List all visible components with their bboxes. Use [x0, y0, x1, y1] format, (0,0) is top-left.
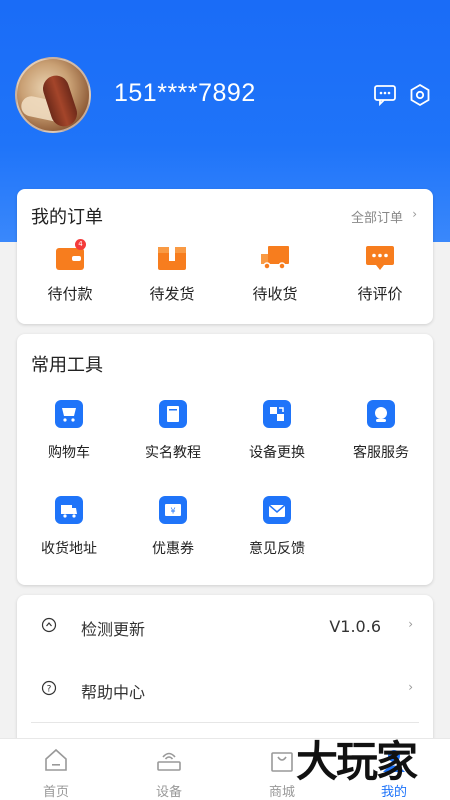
tab-label: 首页	[42, 785, 69, 800]
tool-cart[interactable]: 购物车	[17, 400, 121, 462]
feedback-icon	[263, 496, 291, 524]
help-icon: ?	[41, 680, 57, 696]
tool-label: 设备更换	[249, 445, 305, 461]
tool-customer-service[interactable]: 客服服务	[329, 400, 433, 462]
orders-card: 我的订单 全部订单 › 4 待付款 待发货 待收货 待评价	[17, 189, 433, 324]
tools-card: 常用工具 购物车 实名教程 设备更换 客服服务 收货地址 ¥ 优惠券 意见反馈	[17, 334, 433, 585]
tool-realname-guide[interactable]: 实名教程	[121, 400, 225, 462]
tool-label: 优惠券	[152, 541, 194, 557]
divider	[31, 722, 419, 723]
chevron-right-icon: ›	[408, 617, 413, 631]
order-pending-payment[interactable]: 4 待付款	[30, 239, 110, 304]
package-icon	[158, 247, 186, 270]
message-icon[interactable]	[373, 83, 397, 107]
router-icon	[157, 752, 181, 771]
tab-device[interactable]: 设备	[129, 747, 209, 800]
menu-label: 检测更新	[81, 620, 146, 639]
avatar[interactable]	[15, 57, 91, 133]
user-phone: 151****7892	[114, 79, 256, 107]
svg-text:¥: ¥	[170, 507, 175, 516]
order-label: 待付款	[47, 285, 93, 303]
cart-icon	[55, 400, 83, 428]
delivery-icon	[55, 496, 83, 524]
menu-item-check-update[interactable]: 检测更新 V1.0.6 ›	[17, 595, 433, 659]
book-icon	[159, 400, 187, 428]
order-label: 待发货	[149, 285, 195, 303]
orders-title: 我的订单	[31, 207, 103, 228]
tool-device-replace[interactable]: 设备更换	[225, 400, 329, 462]
tool-feedback[interactable]: 意见反馈	[225, 496, 329, 558]
chevron-right-icon: ›	[412, 207, 417, 221]
order-pending-shipment[interactable]: 待发货	[132, 245, 212, 304]
update-icon	[41, 617, 57, 633]
home-icon	[45, 748, 67, 771]
order-pending-receipt[interactable]: 待收货	[235, 245, 315, 304]
watermark: 大玩家	[296, 737, 418, 786]
version-value: V1.0.6	[329, 617, 381, 636]
order-label: 待收货	[252, 285, 298, 303]
tool-coupon[interactable]: ¥ 优惠券	[121, 496, 225, 558]
order-badge: 4	[75, 239, 86, 250]
coupon-icon: ¥	[159, 496, 187, 524]
swap-icon	[263, 400, 291, 428]
order-label: 待评价	[357, 285, 403, 303]
all-orders-link[interactable]: 全部订单	[351, 207, 403, 226]
avatar-sausage	[39, 72, 81, 130]
tools-title: 常用工具	[31, 355, 103, 376]
tool-label: 客服服务	[353, 445, 409, 461]
shop-bag-icon	[271, 752, 293, 772]
headset-icon	[367, 400, 395, 428]
settings-icon[interactable]	[408, 83, 432, 107]
tool-label: 实名教程	[145, 445, 201, 461]
tool-label: 购物车	[48, 445, 90, 461]
order-pending-review[interactable]: 待评价	[340, 245, 420, 304]
tab-home[interactable]: 首页	[16, 747, 96, 800]
chevron-right-icon: ›	[408, 680, 413, 694]
svg-text:?: ?	[47, 685, 52, 695]
truck-icon	[261, 246, 289, 270]
tool-label: 意见反馈	[249, 541, 305, 557]
comment-icon	[366, 246, 394, 270]
tool-address[interactable]: 收货地址	[17, 496, 121, 558]
tool-label: 收货地址	[41, 541, 97, 557]
menu-label: 帮助中心	[81, 683, 146, 702]
menu-item-help-center[interactable]: ? 帮助中心 ›	[17, 658, 433, 722]
tab-label: 设备	[155, 785, 182, 800]
